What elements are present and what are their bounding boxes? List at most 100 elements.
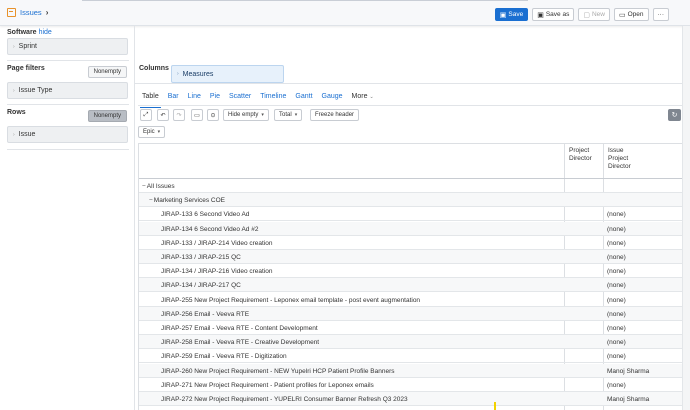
refresh-icon[interactable]: ↻	[668, 109, 681, 121]
new-button[interactable]: ▢ New	[578, 8, 610, 21]
expand-icon[interactable]: ⤢	[140, 109, 152, 121]
row-label[interactable]: JIRAP-272 New Project Requirement - YUPE…	[161, 396, 408, 403]
issue-project-director-cell: (none)	[607, 268, 626, 276]
table-row[interactable]: JIRAP-271 New Project Requirement - Pati…	[139, 378, 682, 392]
table-row[interactable]: JIRAP-255 New Project Requirement - Lepo…	[139, 293, 682, 307]
issue-project-director-cell: (none)	[607, 225, 626, 233]
table-row[interactable]: JIRAP-259 Email - Veeva RTE - Digitizati…	[139, 349, 682, 364]
tab-pie[interactable]: Pie	[210, 93, 220, 105]
row-name: JIRAP-133 / JIRAP-215 QC	[161, 254, 241, 261]
divider	[7, 60, 129, 61]
row-label[interactable]: −All Issues	[142, 183, 175, 190]
issue-chip[interactable]: › Issue	[7, 126, 128, 143]
software-section: Software hide › Sprint	[7, 29, 129, 55]
page-filters-nonempty-button[interactable]: Nonempty	[87, 66, 127, 78]
folder-icon: ▭	[618, 11, 626, 19]
row-label[interactable]: JIRAP-133 6 Second Video Ad	[161, 211, 249, 218]
row-label[interactable]: JIRAP-259 Email - Veeva RTE - Digitizati…	[161, 353, 287, 360]
row-label[interactable]: JIRAP-133 / JIRAP-214 Video creation	[161, 240, 273, 247]
hide-link[interactable]: hide	[39, 29, 52, 36]
redo-icon[interactable]: ↷	[173, 109, 185, 121]
issue-project-director-cell: (none)	[607, 310, 626, 318]
collapse-icon[interactable]: −	[149, 197, 153, 204]
row-name: JIRAP-256 Email - Veeva RTE	[161, 310, 250, 318]
table-row[interactable]: JIRAP-256 Email - Veeva RTE (none)	[139, 306, 682, 321]
tab-line[interactable]: Line	[188, 93, 201, 105]
breadcrumb-issues[interactable]: Issues	[20, 8, 42, 17]
row-label[interactable]: −Marketing Services COE	[149, 197, 225, 204]
row-name: All Issues	[146, 183, 175, 190]
header-actions: ▣ Save ▣ Save as ▢ New ▭ Open ···	[494, 8, 669, 21]
table-row[interactable]: JIRAP-134 / JIRAP-216 Video creation (non…	[139, 264, 682, 279]
row-name: JIRAP-257 Email - Veeva RTE - Content De…	[161, 325, 318, 332]
freeze-header-button[interactable]: Freeze header	[310, 109, 360, 121]
issue-project-director-cell: (none)	[607, 254, 626, 261]
columns-panel: Columns › Measures	[134, 26, 682, 84]
header-project-director[interactable]: Project Director	[565, 144, 603, 178]
pin-icon[interactable]: ⊙	[207, 109, 219, 121]
row-label[interactable]: JIRAP-255 New Project Requirement - Lepo…	[161, 297, 420, 304]
tab-gantt[interactable]: Gantt	[295, 93, 312, 105]
tab-table[interactable]: Table	[140, 93, 161, 108]
issue-project-director-cell: Manoj Sharma	[607, 367, 650, 375]
table-row[interactable]: JIRAP-133 / JIRAP-214 Video creation (non…	[139, 236, 682, 250]
save-button[interactable]: ▣ Save	[494, 8, 529, 21]
row-label[interactable]: JIRAP-257 Email - Veeva RTE - Content De…	[161, 325, 318, 332]
comment-icon[interactable]: ▭	[191, 109, 203, 121]
chevron-right-icon: ›	[13, 131, 15, 138]
chevron-right-icon: ›	[45, 8, 49, 17]
rows-section: Rows Nonempty › Issue	[7, 109, 129, 143]
chart-type-tabs: Table Bar Line Pie Scatter Timeline Gant…	[140, 93, 383, 108]
table-row[interactable]: −Marketing Services COE	[139, 193, 682, 208]
issue-project-director-cell: (none)	[607, 239, 626, 247]
tab-bar[interactable]: Bar	[168, 93, 179, 105]
row-label[interactable]: JIRAP-260 New Project Requirement - NEW …	[161, 368, 395, 375]
table-row[interactable]: JIRAP-260 New Project Requirement - NEW …	[139, 363, 682, 378]
table-row[interactable]: JIRAP-134 / JIRAP-217 QC (none)	[139, 278, 682, 293]
row-label[interactable]: JIRAP-134 / JIRAP-217 QC	[161, 282, 241, 289]
row-name: JIRAP-260 New Project Requirement - NEW …	[161, 367, 395, 375]
table-row[interactable]: JIRAP-133 / JIRAP-215 QC (none)	[139, 250, 682, 264]
save-as-icon: ▣	[537, 11, 544, 19]
left-panel: Software hide › Sprint Page filters Nonemp…	[0, 26, 134, 151]
collapse-icon[interactable]: −	[142, 183, 146, 190]
issue-project-director-cell: (none)	[607, 211, 626, 219]
row-label[interactable]: JIRAP-134 / JIRAP-216 Video creation	[161, 268, 273, 275]
epic-filter-dropdown[interactable]: Epic ▾	[138, 126, 166, 138]
issue-project-director-cell: (none)	[607, 325, 626, 332]
measures-chip[interactable]: › Measures	[171, 65, 284, 83]
row-label[interactable]: JIRAP-256 Email - Veeva RTE	[161, 311, 249, 318]
table-row[interactable]: JIRAP-133 6 Second Video Ad (none)	[139, 207, 682, 222]
panel-divider	[134, 84, 135, 410]
report-table: Project Director Issue Project Director …	[138, 143, 682, 410]
row-label[interactable]: JIRAP-134 6 Second Video Ad #2	[161, 226, 258, 233]
table-row[interactable]: JIRAP-134 6 Second Video Ad #2 (none)	[139, 221, 682, 236]
open-button[interactable]: ▭ Open	[613, 8, 649, 21]
row-label[interactable]: JIRAP-271 New Project Requirement - Pati…	[161, 382, 374, 389]
rows-nonempty-button[interactable]: Nonempty	[87, 110, 127, 122]
tab-scatter[interactable]: Scatter	[229, 93, 251, 105]
save-as-button[interactable]: ▣ Save as	[532, 8, 575, 21]
vertical-scrollbar[interactable]	[682, 26, 690, 410]
columns-title: Columns	[139, 65, 169, 72]
breadcrumb: Issues ›	[7, 8, 48, 17]
table-row[interactable]: JIRAP-257 Email - Veeva RTE - Content De…	[139, 321, 682, 335]
row-label[interactable]: JIRAP-133 / JIRAP-215 QC	[161, 254, 241, 261]
more-options-button[interactable]: ···	[652, 8, 669, 21]
hide-empty-dropdown[interactable]: Hide empty ▾	[223, 109, 269, 121]
total-dropdown[interactable]: Total ▾	[274, 109, 303, 121]
issue-type-chip[interactable]: › Issue Type	[7, 82, 128, 99]
issue-project-director-cell: (none)	[607, 381, 626, 389]
table-row[interactable]: JIRAP-258 Email - Veeva RTE - Creative D…	[139, 335, 682, 350]
chevron-right-icon: ›	[13, 43, 15, 50]
header-issue-project-director[interactable]: Issue Project Director	[604, 144, 682, 178]
table-row[interactable]: −All Issues	[139, 179, 682, 193]
tab-gauge[interactable]: Gauge	[322, 93, 343, 105]
row-label[interactable]: JIRAP-258 Email - Veeva RTE - Creative D…	[161, 339, 319, 346]
tab-timeline[interactable]: Timeline	[260, 93, 286, 105]
row-name: JIRAP-255 New Project Requirement - Lepo…	[161, 296, 421, 304]
tab-more[interactable]: More ⌄	[352, 93, 374, 105]
undo-icon[interactable]: ↶	[157, 109, 169, 121]
sprint-chip[interactable]: › Sprint	[7, 38, 128, 55]
table-row[interactable]: JIRAP-272 New Project Requirement - YUPE…	[139, 392, 682, 406]
